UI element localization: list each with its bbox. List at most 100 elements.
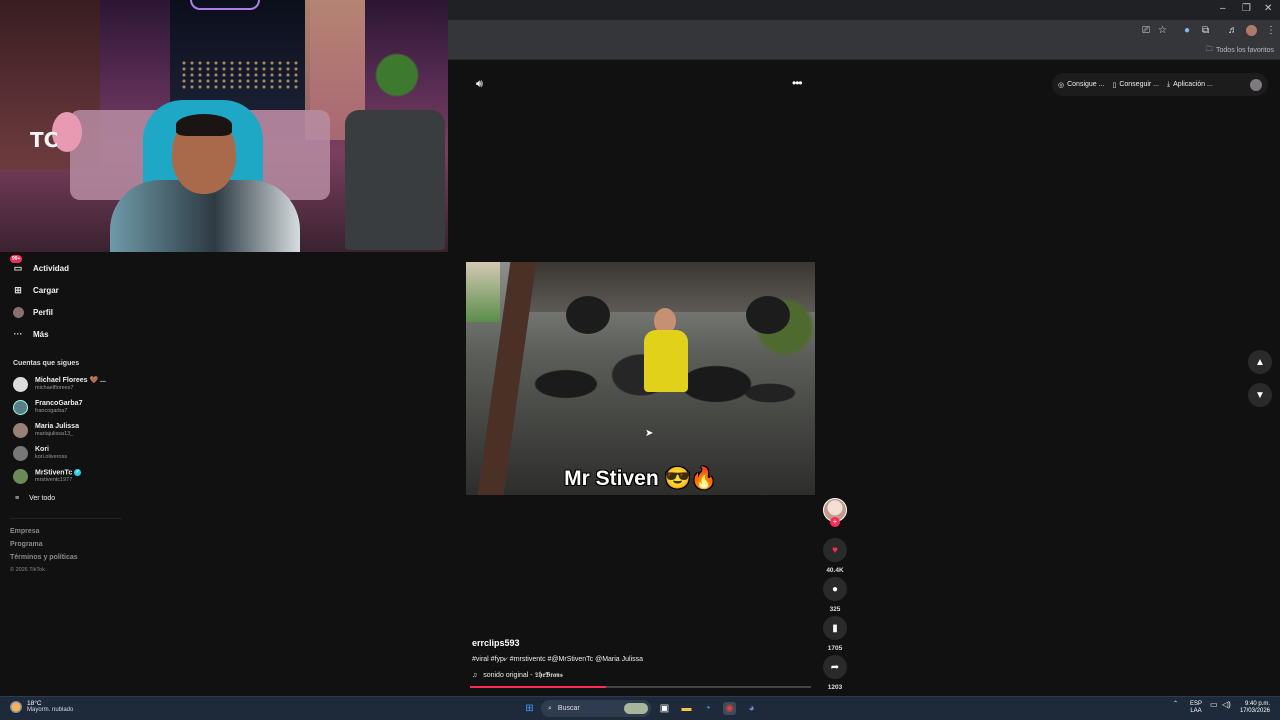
following-name: MrStivenTc	[35, 469, 73, 477]
profile-avatar-icon	[12, 306, 24, 318]
maximize-button[interactable]: ❐	[1242, 3, 1251, 14]
comment-count: 325	[829, 606, 841, 613]
footer-link-empresa[interactable]: Empresa	[10, 528, 40, 535]
sidebar-item-actividad[interactable]: ▭ 99+ Actividad	[10, 255, 69, 274]
see-all-button[interactable]: ≡ Ver todo	[15, 495, 55, 502]
speaker-icon[interactable]: ◁)	[1222, 701, 1231, 709]
following-title: Cuentas que sigues	[13, 360, 80, 367]
sidebar-item-perfil[interactable]: Perfil	[12, 306, 53, 318]
save-action[interactable]: ▮ 1705	[823, 616, 847, 652]
edge-icon[interactable]: ◔	[701, 702, 714, 715]
discord-icon[interactable]: ◕	[745, 702, 758, 715]
tray-chevron-icon[interactable]: ⌃	[1173, 701, 1178, 708]
inbox-icon: ▭ 99+	[10, 255, 23, 273]
following-username: mariajulissa13_	[35, 431, 74, 437]
language-indicator[interactable]: ESP LAA	[1190, 701, 1202, 715]
date: 17/03/2026	[1239, 708, 1270, 714]
like-action[interactable]: ♥ 40.4K	[823, 538, 847, 574]
file-explorer-icon[interactable]: ▬	[680, 702, 693, 715]
video-caption: Mr Stiven 😎🔥	[564, 467, 717, 490]
following-username: kori.oliveross	[35, 454, 68, 460]
browser-menu-icon[interactable]: ⋮	[1266, 25, 1276, 36]
following-item[interactable]: MrStivenTc ✓ mrstiventc1977	[13, 469, 82, 485]
comment-action[interactable]: ● 325	[823, 577, 847, 613]
sidebar-item-mas[interactable]: ··· Más	[12, 328, 49, 340]
pill-label: Aplicación ...	[1173, 81, 1213, 88]
following-item[interactable]: FrancoGarba7 francogarba7	[13, 400, 82, 415]
next-video-button[interactable]: ▼	[1248, 383, 1272, 407]
progress-fill	[470, 686, 607, 688]
download-icon: ⤓	[1167, 80, 1171, 88]
volume-icon[interactable]: 🔊︎	[476, 78, 483, 91]
language-code: ESP	[1190, 701, 1203, 707]
sidebar: ▭ 99+ Actividad ⊞ Cargar Perfil ··· Más C…	[0, 252, 130, 696]
extension-icon[interactable]: ●	[1184, 25, 1190, 36]
puzzle-icon[interactable]: ⧉	[1202, 25, 1209, 36]
following-username: mrstiventc1977	[35, 477, 73, 484]
previous-video-button[interactable]: ▲	[1248, 350, 1272, 374]
following-item[interactable]: Maria Julissa mariajulissa13_	[13, 423, 79, 438]
video-sound[interactable]: ♫ sonido original - 𝕿𝖍𝖊𝕭𝖗𝖆𝖓𝖘	[472, 672, 563, 680]
copyright: © 2026 TikTok	[10, 567, 45, 573]
like-count: 40.4K	[826, 567, 844, 574]
clock[interactable]: 9:40 p.m. 17/03/2026	[1240, 701, 1270, 715]
heart-icon[interactable]: ♥	[823, 538, 847, 562]
taskbar: 18°C Mayorm. nublado ⊞ ⌕ Buscar ▣ ▬ ◔ ◉ …	[0, 696, 1280, 720]
address-bar-row: ⎚ ☆ ● ⧉ ♬ ⋮	[448, 20, 1280, 42]
bookmark-star-icon[interactable]: ☆	[1158, 25, 1167, 36]
keyboard-layout: LAA	[1190, 708, 1202, 714]
neon-sign: TC	[30, 128, 59, 152]
desktop-app-button[interactable]: ⤓ Aplicación ...	[1167, 81, 1213, 89]
all-bookmarks[interactable]: 🗀 Todos los favoritos	[1206, 45, 1274, 56]
taskbar-search[interactable]: ⌕ Buscar	[541, 700, 651, 717]
user-avatar[interactable]	[1250, 78, 1262, 91]
sidebar-item-cargar[interactable]: ⊞ Cargar	[12, 284, 59, 296]
follow-plus-button[interactable]: +	[830, 517, 840, 527]
sidebar-item-label: Más	[33, 329, 49, 339]
phone-icon: ▯	[1112, 81, 1117, 89]
chrome-icon[interactable]: ◉	[723, 702, 736, 715]
video-author[interactable]: errclips593	[472, 638, 520, 648]
windows-start-icon[interactable]: ⊞	[523, 702, 536, 715]
bookmark-icon[interactable]: ▮	[823, 616, 847, 640]
avatar	[13, 446, 28, 461]
video-progress-bar[interactable]	[470, 686, 811, 688]
search-placeholder: Buscar	[557, 705, 580, 712]
weather-widget[interactable]: 18°C Mayorm. nublado	[10, 700, 73, 714]
video-description: #viral #fyp⩗ #mrstiventc #@MrStivenTc @M…	[472, 656, 644, 663]
list-icon: ≡	[15, 495, 20, 502]
following-item[interactable]: Kori kori.oliveross	[13, 446, 67, 461]
media-icon[interactable]: ♬	[1228, 25, 1238, 36]
share-action[interactable]: ➦ 1203	[823, 655, 847, 691]
coin-icon: ◎	[1058, 81, 1065, 89]
folder-icon: 🗀	[1206, 46, 1214, 53]
close-window-button[interactable]: ✕	[1264, 3, 1272, 14]
search-icon: ⌕	[548, 704, 552, 712]
share-icon[interactable]: ➦	[823, 655, 847, 679]
following-item[interactable]: Michael Florees 🤎 ... michaelflorees7	[13, 377, 106, 392]
verified-icon: ✓	[74, 469, 82, 476]
pill-label: Consigue ...	[1067, 81, 1105, 88]
avatar	[13, 469, 28, 485]
cast-icon[interactable]: ⎚	[1142, 25, 1150, 36]
cursor-icon: ➤	[645, 428, 654, 439]
get-app-button[interactable]: ▯ Conseguir ...	[1112, 81, 1159, 89]
more-options-icon[interactable]: •••	[792, 76, 803, 90]
task-view-icon[interactable]: ▣	[658, 702, 671, 715]
all-bookmarks-label: Todos los favoritos	[1216, 47, 1274, 54]
following-username: francogarba7	[35, 408, 68, 414]
sound-label: sonido original - 𝕿𝖍𝖊𝕭𝖗𝖆𝖓𝖘	[483, 672, 563, 679]
bookmarks-bar: 🗀 Todos los favoritos	[448, 42, 1280, 60]
comment-icon[interactable]: ●	[823, 577, 847, 601]
profile-avatar[interactable]	[1246, 25, 1257, 36]
footer-link-terminos[interactable]: Términos y políticas	[10, 554, 78, 561]
get-coins-button[interactable]: ◎ Consigue ...	[1058, 81, 1104, 89]
network-icon[interactable]: ▭	[1210, 701, 1218, 709]
following-name: Michael Florees 🤎 ...	[35, 377, 106, 384]
save-count: 1705	[827, 645, 843, 652]
footer-link-programa[interactable]: Programa	[10, 541, 43, 548]
video-player[interactable]: ➤ Mr Stiven 😎🔥	[466, 262, 815, 495]
minimize-button[interactable]: –	[1220, 3, 1226, 14]
weather-icon	[10, 701, 22, 713]
divider	[10, 518, 122, 519]
